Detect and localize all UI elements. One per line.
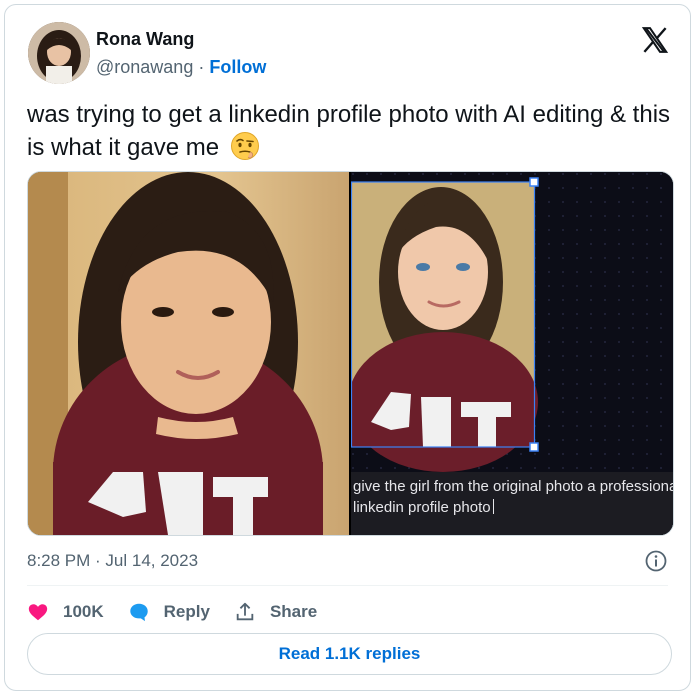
media-attachment[interactable]: give the girl from the original photo a … <box>27 171 674 536</box>
tweet-card: Rona Wang @ronawang · Follow was trying … <box>4 4 691 691</box>
follow-button[interactable]: Follow <box>209 57 266 77</box>
author-handle[interactable]: @ronawang <box>96 57 193 77</box>
caption-line-1: give the girl from the original photo a … <box>353 478 673 495</box>
like-button[interactable]: 100K <box>27 601 104 623</box>
avatar[interactable] <box>28 22 90 84</box>
share-button[interactable]: Share <box>234 601 317 623</box>
share-label: Share <box>269 602 318 621</box>
caption-line-2: linkedin profile photo <box>351 497 673 518</box>
like-count: 100K <box>63 602 104 621</box>
handle-row: @ronawang · Follow <box>96 57 266 78</box>
reply-bubble-icon <box>129 603 148 622</box>
original-photo[interactable] <box>28 172 349 535</box>
author-name[interactable]: Rona Wang <box>96 29 194 50</box>
divider <box>27 585 668 586</box>
prompt-caption: give the girl from the original photo a … <box>351 472 673 535</box>
text-cursor <box>492 499 494 514</box>
tweet-timestamp[interactable]: 8:28 PM · Jul 14, 2023 <box>27 551 198 571</box>
tweet-body: was trying to get a linkedin profile pho… <box>27 101 671 161</box>
caption-line-2-text: linkedin profile photo <box>353 499 491 516</box>
read-replies-button[interactable]: Read 1.1K replies <box>27 633 672 675</box>
face-with-raised-eyebrow-emoji <box>230 132 259 160</box>
handle-separator: · <box>198 57 205 77</box>
reply-label: Reply <box>163 602 210 621</box>
heart-icon <box>28 604 48 621</box>
tweet-actions: 100K Reply Share <box>27 599 341 625</box>
share-upload-icon <box>236 602 254 621</box>
reply-button[interactable]: Reply <box>128 601 210 623</box>
info-icon[interactable] <box>644 549 668 573</box>
tweet-text: was trying to get a linkedin profile pho… <box>27 99 677 164</box>
x-logo-icon[interactable] <box>640 25 670 55</box>
